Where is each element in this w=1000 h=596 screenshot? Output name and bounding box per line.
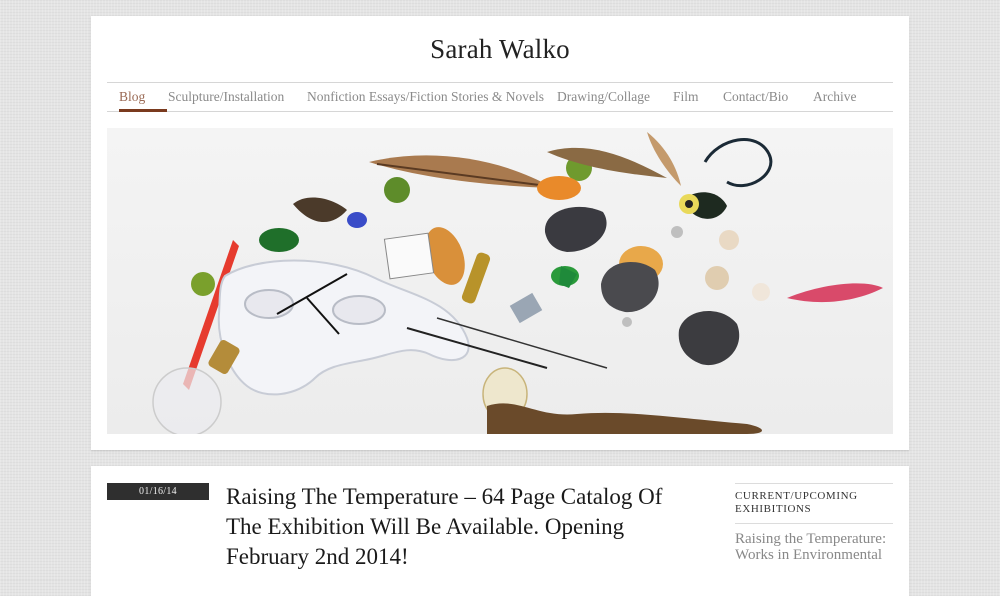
site-title[interactable]: Sarah Walko xyxy=(91,34,909,65)
nav-active-underline xyxy=(119,109,167,112)
nav-item-film[interactable]: Film xyxy=(673,83,699,111)
content-panel: 01/16/14 Raising The Temperature – 64 Pa… xyxy=(91,466,909,596)
artwork-illustration xyxy=(152,132,883,434)
post-date-badge: 01/16/14 xyxy=(107,483,209,500)
hero-artwork-image xyxy=(107,128,893,434)
header-panel: Sarah Walko Blog Sculpture/Installation … xyxy=(91,16,909,450)
nav-item-blog[interactable]: Blog xyxy=(119,83,167,112)
post-title-link[interactable]: Raising The Temperature – 64 Page Catalo… xyxy=(226,482,696,572)
nav-item-nonfiction-essays[interactable]: Nonfiction Essays/Fiction Stories & Nove… xyxy=(307,83,544,111)
sidebar-link-exhibition[interactable]: Raising the Temperature: Works in Enviro… xyxy=(735,531,893,563)
sidebar-heading: CURRENT/UPCOMING EXHIBITIONS xyxy=(735,484,893,524)
main-nav: Blog Sculpture/Installation Nonfiction E… xyxy=(107,82,893,112)
nav-item-contact-bio[interactable]: Contact/Bio xyxy=(723,83,788,111)
sidebar-widget: CURRENT/UPCOMING EXHIBITIONS Raising the… xyxy=(735,483,893,563)
nav-item-drawing-collage[interactable]: Drawing/Collage xyxy=(557,83,650,111)
nav-item-label: Blog xyxy=(119,89,146,104)
nav-item-archive[interactable]: Archive xyxy=(813,83,856,111)
nav-item-sculpture-installation[interactable]: Sculpture/Installation xyxy=(168,83,284,111)
